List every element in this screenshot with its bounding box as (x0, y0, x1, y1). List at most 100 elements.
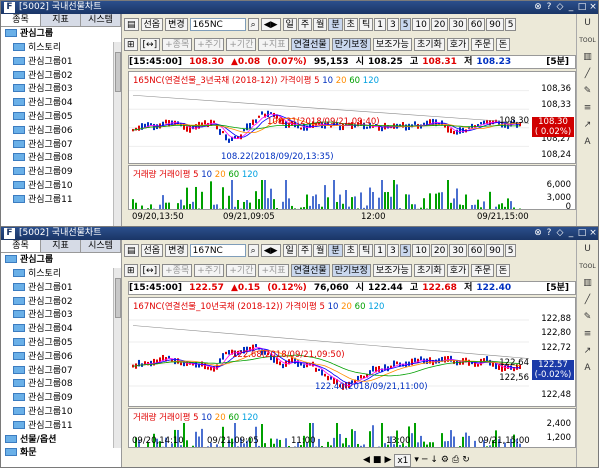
folder-item[interactable]: 관심그룹02 (1, 70, 121, 84)
search-icon[interactable]: ⌕ (247, 243, 259, 257)
period-button[interactable]: 60 (467, 17, 486, 31)
range-icon[interactable]: [↔] (139, 37, 161, 51)
scrollbar[interactable] (113, 268, 121, 448)
period-button[interactable]: 3 (386, 243, 399, 257)
folder-item[interactable]: 관심그룹04 (1, 97, 121, 111)
period-button[interactable]: 5 (504, 243, 517, 257)
scrollbar[interactable] (113, 42, 121, 232)
period-button[interactable]: 20 (430, 243, 449, 257)
zoom-select[interactable]: x1 (394, 453, 412, 467)
tool-button[interactable]: 초기화 (413, 263, 445, 277)
stop-icon[interactable]: ■ (373, 455, 382, 465)
tool-button[interactable]: 만기보정 (331, 37, 371, 51)
folder-item[interactable]: 관심그룹08 (1, 378, 121, 392)
restore-icon[interactable]: ◇ (555, 227, 565, 240)
plus-icon[interactable]: ↓ (430, 455, 438, 465)
folder-item[interactable]: 관심그룹06 (1, 125, 121, 139)
period-button[interactable]: 30 (449, 243, 467, 257)
fit-icon[interactable]: ⊞ (124, 263, 138, 277)
minus-icon[interactable]: ─ (422, 455, 427, 465)
settings-icon[interactable]: ⚙ (441, 455, 449, 465)
folder-item[interactable]: 관심그룹07 (1, 365, 121, 379)
folder-item[interactable]: 관심그룹08 (1, 152, 121, 166)
folder-item[interactable]: 히스토리 (1, 268, 121, 282)
volume-chart[interactable]: 거래량 거래이평 5 10 20 60 120 6,000 3,000 0 (128, 165, 576, 210)
period-button[interactable]: 30 (449, 17, 467, 31)
tool-button[interactable]: +주기 (194, 37, 225, 51)
fib-icon[interactable]: ≡ (579, 101, 597, 116)
ticker-input[interactable]: 165NC (189, 17, 246, 31)
tool-button[interactable]: 만기보정 (331, 263, 371, 277)
tool-button[interactable]: 호가 (446, 263, 470, 277)
tool-button[interactable]: +주기 (194, 263, 225, 277)
arrow-icon[interactable]: ↗ (579, 344, 597, 359)
tool-button[interactable]: 돈 (495, 37, 511, 51)
tool-icon[interactable]: TOOL (579, 259, 597, 274)
folder-item[interactable]: 관심그룹01 (1, 56, 121, 70)
period-button[interactable]: 10 (412, 17, 430, 31)
zoom-out-icon[interactable]: ▾ (414, 455, 419, 465)
ticker-input[interactable]: 167NC (189, 243, 246, 257)
period-button[interactable]: 분 (328, 243, 343, 257)
minimize-icon[interactable]: _ (566, 227, 576, 240)
text-icon[interactable]: A (579, 361, 597, 376)
tab-indicator[interactable]: 지표 (41, 14, 81, 26)
close-icon[interactable]: × (588, 227, 598, 240)
period-button[interactable]: 초 (343, 243, 358, 257)
tab-system[interactable]: 시스템 (81, 240, 121, 252)
folder-item[interactable]: 관심그룹11 (1, 420, 121, 434)
line-icon[interactable]: ╱ (579, 67, 597, 82)
folder-item[interactable]: 관심그룹09 (1, 392, 121, 406)
user-icon[interactable]: U (579, 242, 597, 257)
price-chart[interactable]: 165NC(연결선물_3년국채 (2018-12)) 가격이평 5 10 20 … (128, 71, 576, 164)
period-button[interactable]: 5 (504, 17, 517, 31)
group-header[interactable]: 관심그룹 (1, 253, 121, 268)
period-button[interactable]: 10 (412, 243, 430, 257)
folder-item[interactable]: 관심그룹10 (1, 406, 121, 420)
select-market[interactable]: 선옵 (140, 243, 164, 257)
link-icon[interactable]: ⊗ (533, 1, 543, 14)
tool-button[interactable]: +지표 (258, 263, 289, 277)
tool-button[interactable]: 주문 (471, 263, 494, 277)
period-button[interactable]: 5 (399, 243, 412, 257)
period-button[interactable]: 일 (282, 17, 297, 31)
tool-button[interactable]: 초기화 (413, 37, 445, 51)
close-icon[interactable]: × (588, 1, 598, 14)
folder-item[interactable]: 관심그룹07 (1, 139, 121, 153)
select-change[interactable]: 변경 (165, 17, 188, 31)
nav-icon[interactable]: ◀▶ (260, 243, 281, 257)
refresh-icon[interactable]: ↻ (462, 455, 470, 465)
maximize-icon[interactable]: □ (577, 227, 587, 240)
scrollbar-thumb[interactable] (115, 52, 121, 92)
period-button[interactable]: 3 (386, 17, 399, 31)
folder-item[interactable]: 관심그룹09 (1, 166, 121, 180)
folder-item[interactable]: 관심그룹01 (1, 282, 121, 296)
period-button[interactable]: 1 (374, 17, 386, 31)
select-market[interactable]: 선옵 (140, 17, 164, 31)
tool-button[interactable]: +기간 (226, 37, 257, 51)
period-button[interactable]: 주 (297, 243, 313, 257)
period-button[interactable]: 90 (486, 243, 504, 257)
period-button[interactable]: 1 (374, 243, 386, 257)
group-extra[interactable]: 화문 (1, 446, 121, 460)
tool-button[interactable]: 연결선물 (290, 263, 330, 277)
period-button[interactable]: 20 (430, 17, 449, 31)
tool-button[interactable]: 주문 (471, 37, 494, 51)
tool-button[interactable]: 연결선물 (290, 37, 330, 51)
period-button[interactable]: 90 (486, 17, 504, 31)
period-button[interactable]: 주 (297, 17, 313, 31)
line-icon[interactable]: ╱ (579, 293, 597, 308)
tool-icon[interactable]: TOOL (579, 33, 597, 48)
period-button[interactable]: 분 (328, 17, 343, 31)
period-button[interactable]: 일 (282, 243, 297, 257)
chart-icon[interactable]: ▥ (579, 276, 597, 291)
text-icon[interactable]: A (579, 135, 597, 150)
tab-indicator[interactable]: 지표 (41, 240, 81, 252)
folder-item[interactable]: 관심그룹06 (1, 351, 121, 365)
fit-icon[interactable]: ⊞ (124, 37, 138, 51)
period-button[interactable]: 60 (467, 243, 486, 257)
folder-item[interactable]: 관심그룹02 (1, 296, 121, 310)
chart-icon[interactable]: ▥ (579, 50, 597, 65)
period-button[interactable]: 초 (343, 17, 358, 31)
select-change[interactable]: 변경 (165, 243, 188, 257)
